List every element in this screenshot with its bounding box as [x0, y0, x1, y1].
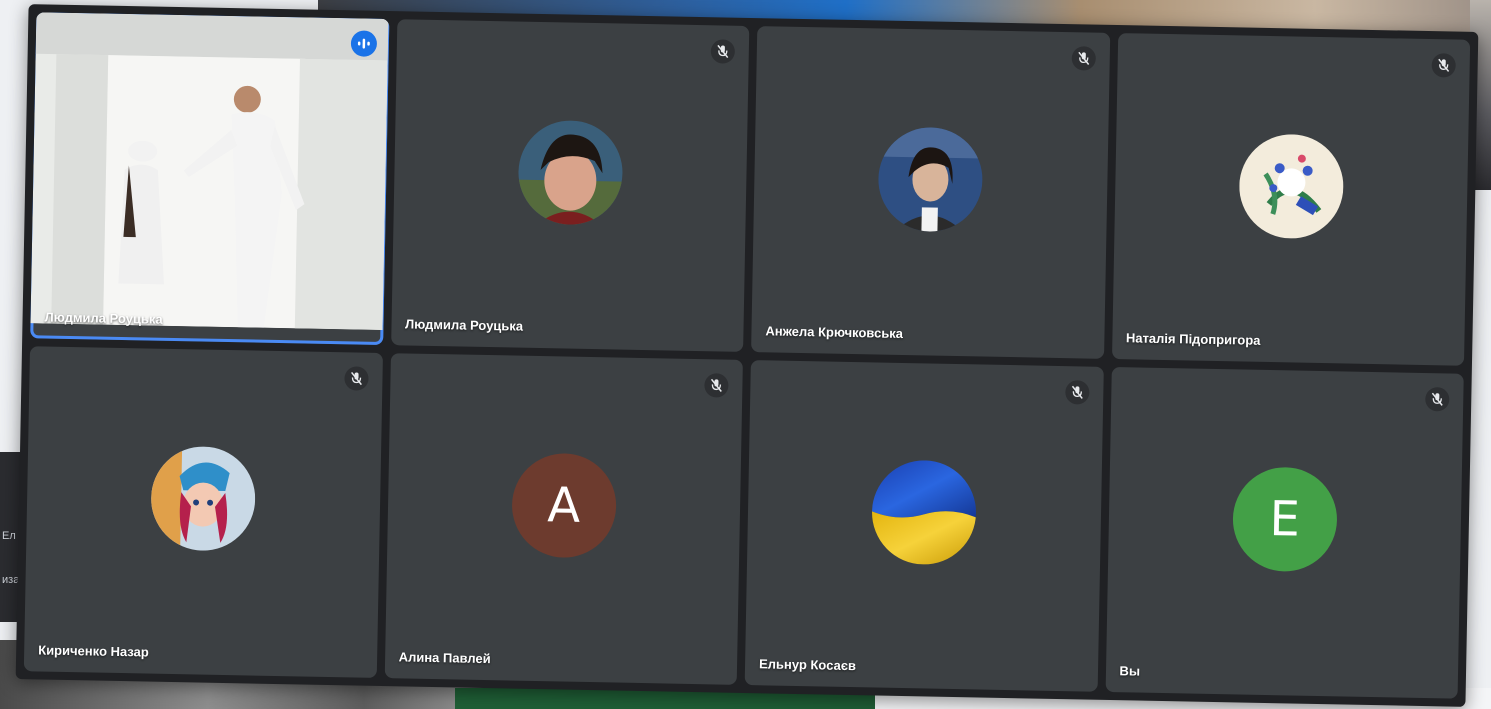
mic-off-icon — [1431, 53, 1456, 78]
mic-off-icon — [1071, 46, 1096, 71]
participant-tile[interactable]: Наталія Підопригора — [1111, 33, 1471, 366]
participant-avatar: A — [510, 452, 617, 559]
participant-grid: Людмила Роуцька Людмила Роуцька Анжела К… — [23, 12, 1471, 699]
participant-tile[interactable]: Ельнур Косаєв — [744, 359, 1104, 692]
mic-off-icon — [343, 365, 369, 391]
participant-name: Наталія Підопригора — [1125, 329, 1261, 348]
participant-avatar — [871, 459, 978, 566]
participant-name: Вы — [1119, 663, 1141, 679]
background-text-fragment: Ел — [2, 530, 16, 542]
mic-off-icon — [1425, 386, 1450, 411]
participant-video — [30, 12, 389, 331]
speaking-indicator-icon — [350, 30, 377, 57]
participant-avatar — [517, 119, 624, 226]
participant-tile[interactable]: Людмила Роуцька — [30, 12, 389, 345]
participant-name: Алина Павлей — [398, 649, 491, 667]
participant-name: Кириченко Назар — [38, 642, 149, 660]
mic-off-icon — [1064, 379, 1090, 405]
participant-tile-self[interactable]: E Вы — [1105, 366, 1464, 699]
participant-tile[interactable]: Кириченко Назар — [23, 345, 383, 678]
participant-name: Анжела Крючковська — [765, 322, 904, 341]
participant-avatar — [877, 126, 984, 233]
participant-name: Людмила Роуцька — [44, 309, 163, 327]
avatar-letter: A — [546, 477, 581, 535]
participant-tile[interactable]: Анжела Крючковська — [751, 26, 1110, 359]
meeting-window: Людмила Роуцька Людмила Роуцька Анжела К… — [15, 4, 1479, 707]
mic-off-icon — [710, 39, 736, 64]
participant-name: Ельнур Косаєв — [758, 656, 857, 674]
avatar-letter: E — [1268, 491, 1301, 548]
participant-tile[interactable]: A Алина Павлей — [384, 352, 743, 685]
participant-avatar: E — [1231, 466, 1338, 573]
mic-off-icon — [704, 372, 729, 398]
participant-avatar — [1238, 133, 1345, 240]
participant-name: Людмила Роуцька — [404, 315, 524, 334]
participant-tile[interactable]: Людмила Роуцька — [390, 19, 750, 352]
participant-avatar — [150, 445, 257, 552]
